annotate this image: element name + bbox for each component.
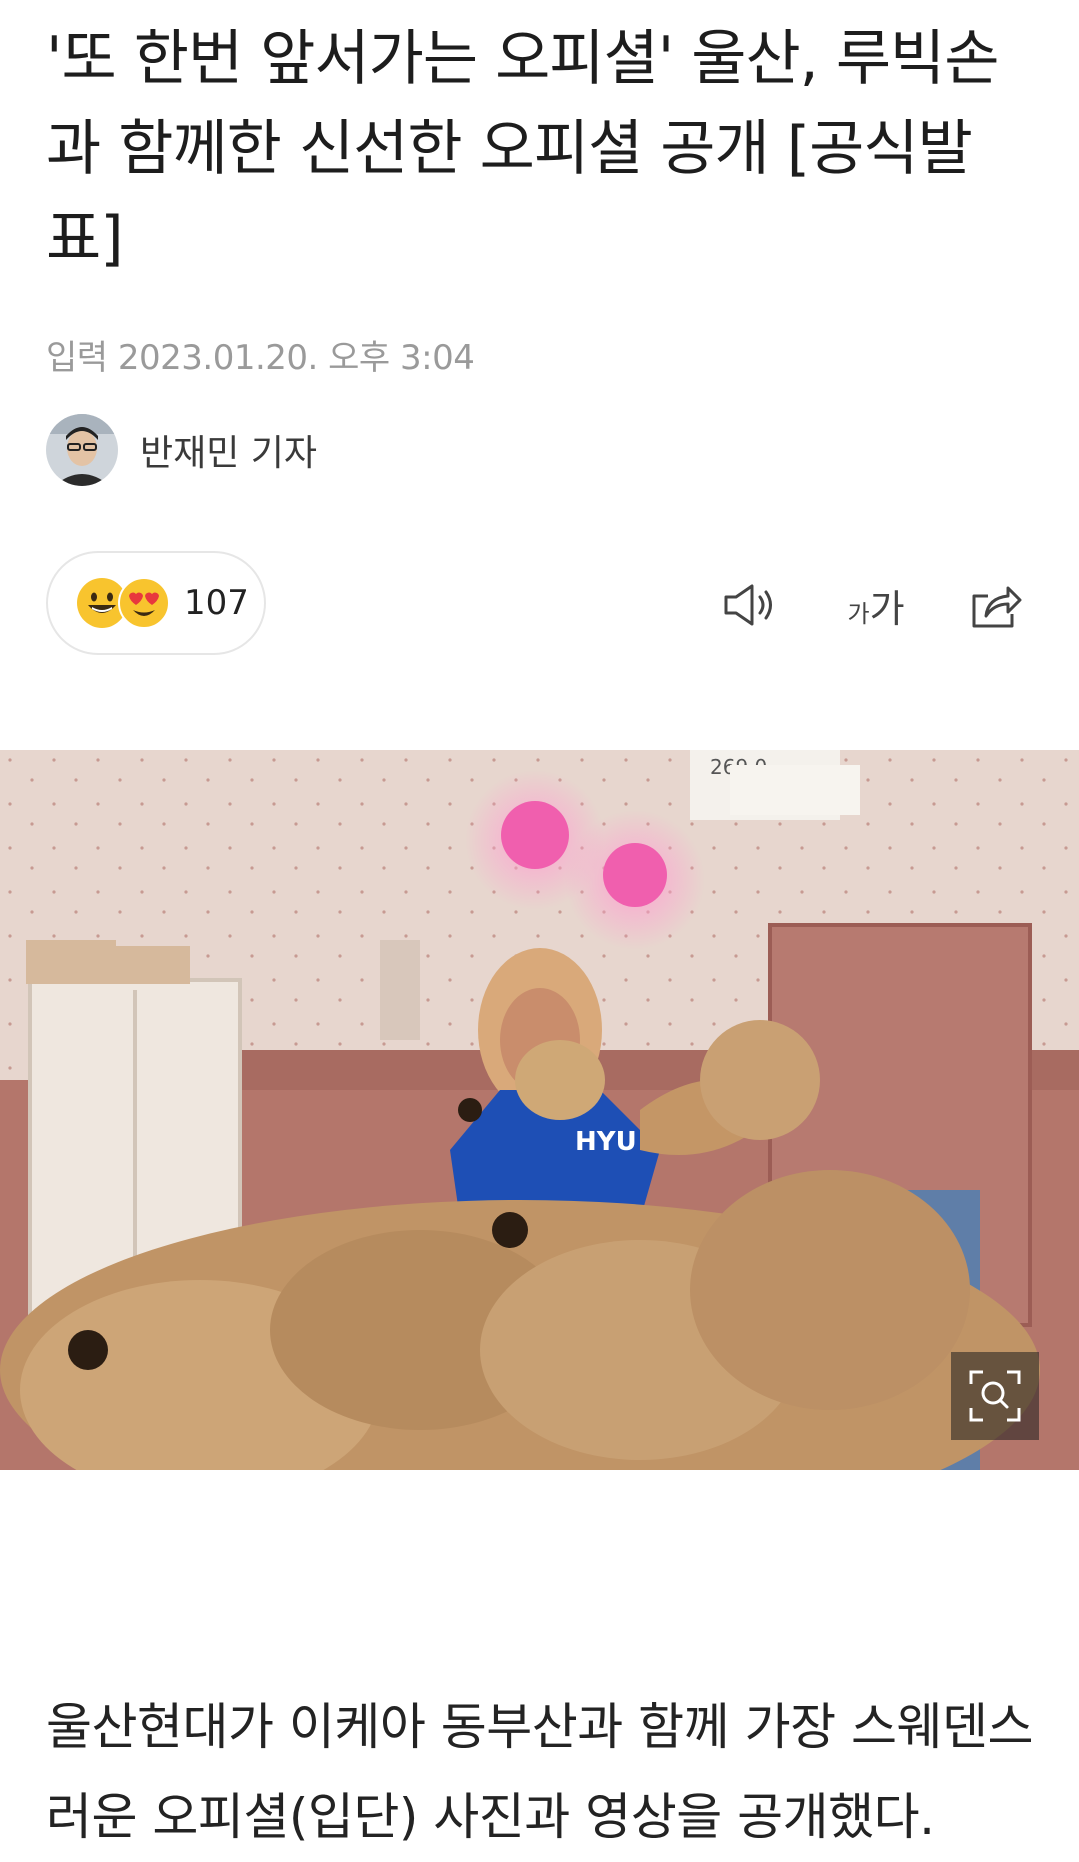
font-size-small-label: 가	[847, 599, 870, 628]
publish-date: 입력 2023.01.20. 오후 3:04	[46, 338, 475, 378]
author-name[interactable]: 반재민 기자	[140, 424, 317, 476]
article-photo[interactable]: 269.0 HYU	[0, 750, 1079, 1470]
font-size-large-label: 가	[869, 586, 905, 631]
reaction-button[interactable]: 107	[46, 551, 266, 655]
article-title: '또 한번 앞서가는 오피셜' 울산, 루빅손과 함께한 신선한 오피셜 공개 …	[46, 24, 999, 274]
heart-eyes-emoji-icon	[118, 577, 170, 629]
author-row[interactable]: 반재민 기자	[46, 412, 317, 488]
share-icon[interactable]	[966, 575, 1026, 635]
photo-scene: 269.0 HYU	[0, 750, 1079, 1470]
zoom-icon[interactable]	[951, 1352, 1039, 1440]
avatar[interactable]	[46, 414, 118, 486]
reaction-count: 107	[184, 583, 249, 623]
font-size-icon[interactable]: 가 가	[836, 575, 916, 635]
shirt-text: HYU	[575, 1127, 637, 1157]
speaker-icon[interactable]	[718, 575, 784, 635]
article-body: 울산현대가 이케아 동부산과 함께 가장 스웨덴스러운 오피셜(입단) 사진과 …	[46, 1698, 1033, 1846]
